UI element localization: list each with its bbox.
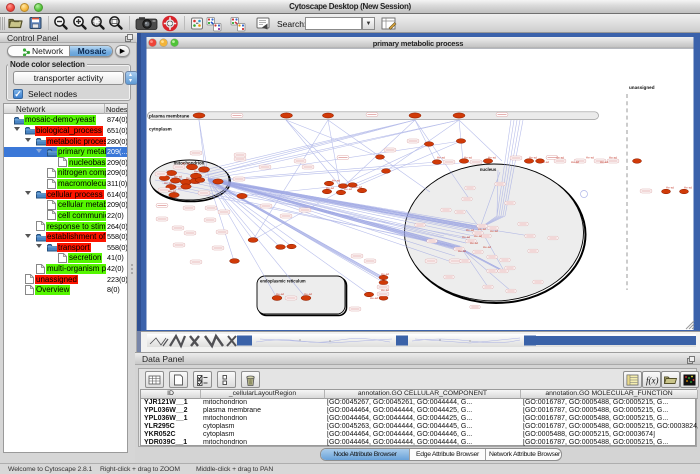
svg-text:He-ad: He-ad — [381, 288, 390, 292]
svg-text:He-ad: He-ad — [474, 234, 483, 238]
svg-text:He-ad: He-ad — [586, 156, 595, 160]
svg-text:He-ad: He-ad — [178, 187, 187, 191]
svg-text:nucleus: nucleus — [480, 167, 497, 172]
svg-text:f(x): f(x) — [646, 376, 659, 386]
svg-text:He-ad: He-ad — [466, 228, 475, 232]
svg-text:He-ad: He-ad — [174, 175, 183, 179]
svg-text:He-ad: He-ad — [483, 245, 492, 249]
svg-text:He-ad: He-ad — [556, 156, 565, 160]
svg-text:He-ad: He-ad — [168, 189, 177, 193]
svg-text:He-ad: He-ad — [370, 296, 379, 300]
svg-text:He-ad: He-ad — [182, 162, 191, 166]
svg-text:He-ad: He-ad — [470, 241, 479, 245]
svg-text:He-ad: He-ad — [344, 187, 353, 191]
svg-text:He-ad: He-ad — [571, 160, 580, 164]
svg-text:He-ad: He-ad — [462, 235, 471, 239]
svg-text:He-ad: He-ad — [529, 156, 538, 160]
svg-text:He-ad: He-ad — [354, 185, 363, 189]
svg-text:He-ad: He-ad — [186, 176, 195, 180]
svg-text:He-ad: He-ad — [194, 170, 203, 174]
svg-text:He-ad: He-ad — [326, 186, 335, 190]
svg-text:He-ad: He-ad — [666, 186, 675, 190]
svg-text:He-ad: He-ad — [609, 156, 618, 160]
svg-text:unassigned: unassigned — [629, 85, 655, 90]
svg-text:He-ad: He-ad — [488, 156, 497, 160]
svg-text:He-ad: He-ad — [381, 272, 390, 276]
svg-text:He-ad: He-ad — [490, 229, 499, 233]
svg-text:He-ad: He-ad — [437, 156, 446, 160]
svg-text:He-ad: He-ad — [304, 292, 313, 296]
svg-text:plasma membrane: plasma membrane — [149, 114, 190, 119]
svg-text:He-ad: He-ad — [164, 181, 173, 185]
svg-text:He-ad: He-ad — [541, 160, 550, 164]
svg-text:He-ad: He-ad — [458, 249, 467, 253]
svg-text:He-ad: He-ad — [600, 160, 609, 164]
svg-text:He-ad: He-ad — [684, 186, 693, 190]
svg-text:He-ad: He-ad — [332, 179, 341, 183]
svg-text:He-ad: He-ad — [276, 292, 285, 296]
svg-text:endoplasmic reticulum: endoplasmic reticulum — [260, 279, 306, 284]
svg-text:He-ad: He-ad — [464, 156, 473, 160]
svg-text:He-ad: He-ad — [478, 227, 487, 231]
svg-text:cytoplasm: cytoplasm — [149, 127, 172, 132]
svg-text:He-ad: He-ad — [192, 181, 201, 185]
svg-text:primary metabolic process: primary metabolic process — [373, 39, 463, 48]
